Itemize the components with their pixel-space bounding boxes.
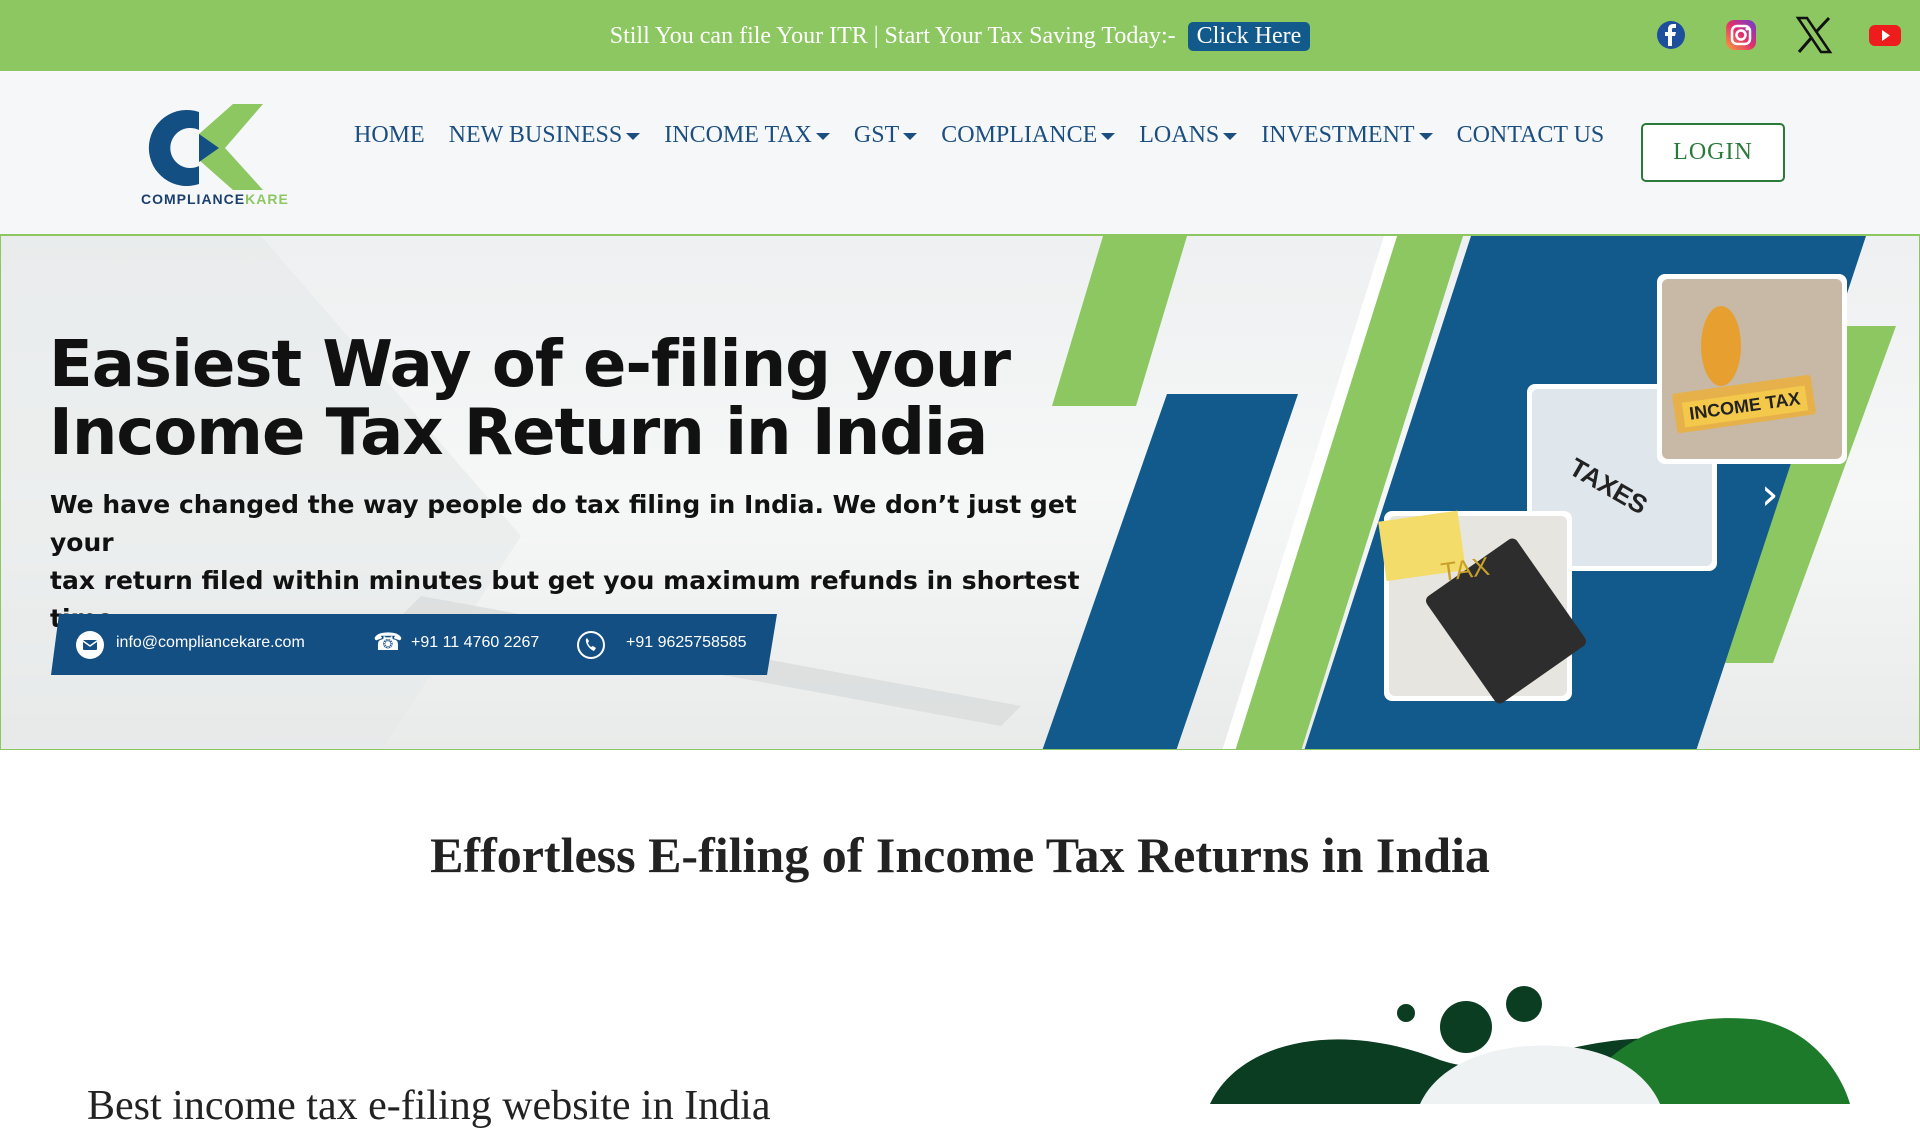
phone-icon [577,631,605,659]
announcement-bar: Still You can file Your ITR | Start Your… [0,0,1920,71]
nav-item-label: NEW BUSINESS [448,122,623,148]
nav-item-label: CONTACT US [1456,122,1605,148]
section-subheading-partial: Best income tax e-filing website in Indi… [87,1083,771,1129]
contact-phone-mobile[interactable]: +91 9625758585 [626,634,747,652]
contact-email[interactable]: info@compliancekare.com [116,634,305,652]
caret-down-icon [1418,133,1433,140]
contact-strip: info@compliancekare.com ☎ +91 11 4760 22… [51,614,777,675]
nav-item-compliance[interactable]: COMPLIANCE [941,122,1116,149]
hero-banner: Easiest Way of e-filing your Income Tax … [0,235,1920,750]
nav-item-contact-us[interactable]: CONTACT US [1457,122,1605,149]
login-button[interactable]: LOGIN [1641,123,1785,182]
click-here-button[interactable]: Click Here [1187,22,1311,51]
facebook-icon[interactable] [1654,18,1688,52]
telephone-icon: ☎ [373,628,403,656]
email-icon [76,631,104,659]
youtube-icon[interactable] [1868,18,1902,52]
carousel-next-arrow-icon[interactable]: › [1761,469,1779,520]
nav-item-label: INCOME TAX [664,122,812,148]
brand-name-accent: KARE [245,191,289,207]
nav-item-new-business[interactable]: NEW BUSINESS [449,122,641,149]
hero-headline-line-1: Easiest Way of e-filing your [49,328,1011,402]
nav-item-label: GST [853,122,900,148]
caret-down-icon [815,133,830,140]
caret-down-icon [626,133,641,140]
main-navigation: HOME NEW BUSINESS INCOME TAX GST COMPLIA… [354,122,1628,149]
nav-item-income-tax[interactable]: INCOME TAX [664,122,830,149]
contact-phone-landline[interactable]: +91 11 4760 2267 [411,634,539,652]
nav-item-loans[interactable]: LOANS [1139,122,1238,149]
caret-down-icon [1101,133,1116,140]
nav-item-label: LOANS [1139,122,1220,148]
hero-headline: Easiest Way of e-filing your Income Tax … [49,328,1011,470]
hero-headline-line-2: Income Tax Return in India [49,396,988,470]
caret-down-icon [1223,133,1238,140]
hero-description-line-1: We have changed the way people do tax fi… [50,490,1077,557]
announcement-message: Still You can file Your ITR | Start Your… [0,22,1920,51]
nav-item-investment[interactable]: INVESTMENT [1261,122,1433,149]
brand-wordmark: COMPLIANCEKARE [141,191,289,207]
nav-item-label: HOME [354,122,425,148]
announcement-text: Still You can file Your ITR | Start Your… [609,23,1176,49]
caret-down-icon [903,133,918,140]
nav-item-home[interactable]: HOME [354,122,425,149]
decorative-illustration [1210,986,1850,1104]
x-icon[interactable] [1795,16,1833,54]
brand-name-main: COMPLIANCE [141,191,246,207]
section-title: Effortless E-filing of Income Tax Return… [430,827,1490,883]
nav-item-label: INVESTMENT [1261,122,1415,148]
instagram-icon[interactable] [1724,18,1758,52]
nav-item-label: COMPLIANCE [941,122,1098,148]
nav-item-gst[interactable]: GST [853,122,918,149]
